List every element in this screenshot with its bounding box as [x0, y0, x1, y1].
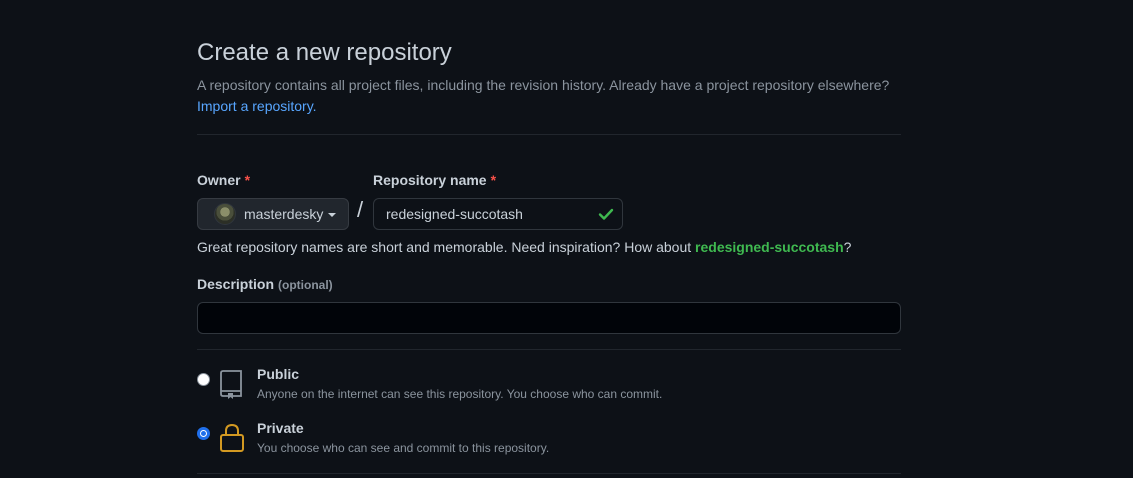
required-mark: * — [490, 172, 497, 188]
owner-label-text: Owner — [197, 172, 241, 188]
hint-end: ? — [843, 239, 852, 255]
lock-icon — [220, 423, 244, 452]
optional-tag: (optional) — [278, 278, 333, 292]
hint-text: Great repository names are short and mem… — [197, 239, 696, 255]
private-description: You choose who can see and commit to thi… — [257, 441, 550, 455]
avatar — [214, 203, 236, 225]
repo-name-hint: Great repository names are short and mem… — [197, 239, 851, 255]
owner-repo-separator: / — [357, 197, 364, 222]
divider — [197, 349, 901, 350]
description-input[interactable] — [197, 302, 901, 334]
owner-select[interactable]: masterdesky — [197, 198, 349, 230]
description-label-text: Description — [197, 276, 275, 292]
name-suggestion[interactable]: redesigned-succotash — [695, 239, 844, 255]
subtitle-text: A repository contains all project files,… — [197, 77, 890, 93]
required-mark: * — [244, 172, 251, 188]
check-icon — [598, 208, 614, 220]
private-title: Private — [257, 420, 304, 436]
owner-name: masterdesky — [244, 206, 324, 222]
caret-down-icon — [328, 213, 337, 217]
page-subtitle: A repository contains all project files,… — [197, 75, 889, 117]
public-description: Anyone on the internet can see this repo… — [257, 387, 663, 401]
divider — [197, 134, 901, 135]
repository-name-input[interactable]: redesigned-succotash — [373, 198, 623, 230]
page-title: Create a new repository — [197, 39, 452, 66]
public-radio[interactable] — [197, 373, 210, 386]
repo-icon — [220, 370, 242, 399]
description-label: Description (optional) — [197, 276, 333, 292]
public-title: Public — [257, 366, 300, 382]
private-radio[interactable] — [197, 427, 210, 440]
repository-name-value: redesigned-succotash — [386, 206, 523, 222]
repo-name-label: Repository name * — [373, 172, 496, 188]
owner-label: Owner * — [197, 172, 250, 188]
repo-name-label-text: Repository name — [373, 172, 487, 188]
import-repository-link[interactable]: Import a repository. — [197, 98, 317, 114]
divider — [197, 473, 901, 474]
